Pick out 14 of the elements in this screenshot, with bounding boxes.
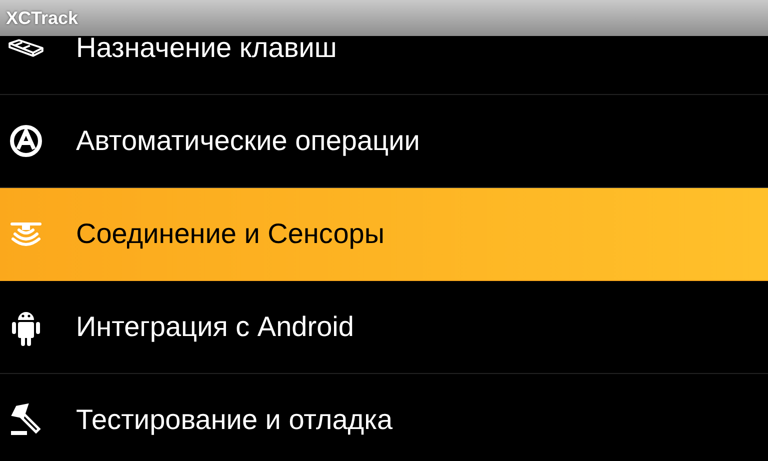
menu-item-label: Автоматические операции (76, 125, 420, 157)
menu-item-label: Назначение клавиш (76, 36, 337, 64)
menu-item[interactable]: Назначение клавиш (0, 36, 768, 95)
menu-item-label: Соединение и Сенсоры (76, 218, 384, 250)
window-title: XCTrack (6, 8, 78, 28)
menu-item[interactable]: Тестирование и отладка (0, 374, 768, 461)
gavel-icon (9, 403, 43, 437)
menu-item-label: Интеграция с Android (76, 311, 354, 343)
menu-item[interactable]: Соединение и Сенсоры (0, 188, 768, 281)
letter-a-circle-icon (9, 124, 43, 158)
menu-item-label: Тестирование и отладка (76, 404, 393, 436)
sensor-icon (9, 220, 43, 248)
menu-item[interactable]: Интеграция с Android (0, 281, 768, 374)
keys-icon (8, 36, 44, 60)
